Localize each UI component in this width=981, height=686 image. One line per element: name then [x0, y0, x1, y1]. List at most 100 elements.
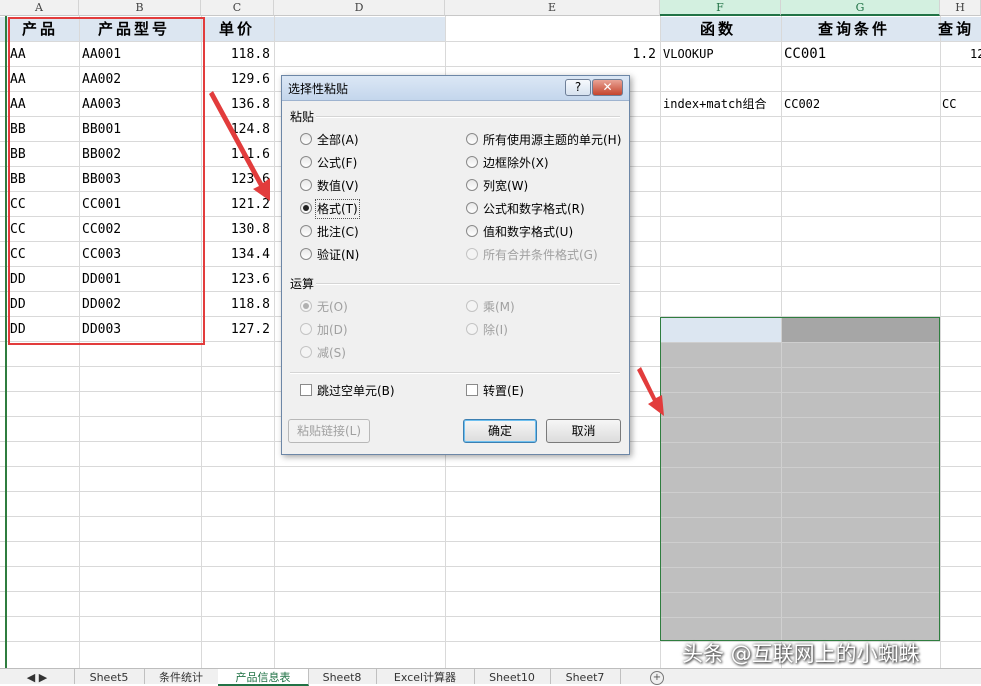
operation-section-label: 运算 [290, 277, 315, 291]
cell-g4[interactable]: CC002 [784, 92, 820, 116]
close-button[interactable]: ✕ [592, 79, 623, 96]
radio-label: 所有使用源主题的单元(H) [483, 133, 622, 147]
grid-line [661, 442, 939, 443]
radio-icon [300, 156, 312, 168]
checkbox-label: 转置(E) [483, 384, 524, 398]
paste-special-dialog: 选择性粘贴 ? ✕ 粘贴 全部(A) 公式(F) 数值(V) 格式(T) 批注(… [281, 75, 630, 455]
radio-icon [300, 346, 312, 358]
tab-sheet7[interactable]: Sheet7 [550, 669, 621, 684]
tab-product-info[interactable]: 产品信息表 [218, 669, 309, 686]
column-header-e[interactable]: E [445, 0, 660, 16]
grid-line [661, 567, 939, 568]
cell-c9[interactable]: 130.8 [204, 217, 270, 241]
radio-icon [300, 179, 312, 191]
radio-icon [300, 323, 312, 335]
radio-label: 无(O) [317, 300, 348, 314]
sheet-tab-bar: ◀ ▶ Sheet5 条件统计 产品信息表 Sheet8 Excel计算器 Sh… [0, 668, 981, 686]
column-header-b[interactable]: B [79, 0, 201, 16]
checkbox-icon [300, 384, 312, 396]
grid-line [940, 16, 941, 668]
tab-sheet8[interactable]: Sheet8 [308, 669, 377, 684]
column-header-g[interactable]: G [781, 0, 940, 16]
cell-f2[interactable]: VLOOKUP [663, 42, 714, 66]
cell-c12[interactable]: 118.8 [204, 292, 270, 316]
cell-h2[interactable]: 12 [970, 42, 981, 66]
grid-line [661, 417, 939, 418]
radio-icon [466, 300, 478, 312]
source-range-highlight [8, 17, 205, 345]
radio-label: 公式(F) [317, 156, 358, 170]
grid-line [661, 342, 939, 343]
radio-icon [300, 133, 312, 145]
tab-condition-stats[interactable]: 条件统计 [144, 669, 219, 684]
column-header-a[interactable]: A [0, 0, 79, 16]
cell-c2[interactable]: 118.8 [204, 42, 270, 66]
cell-e2[interactable]: 1.2 [450, 42, 656, 66]
tab-nav-arrows[interactable]: ◀ ▶ [0, 669, 75, 684]
radio-label: 边框除外(X) [483, 156, 549, 170]
paste-link-button[interactable]: 粘贴链接(L) [288, 419, 370, 443]
radio-label: 乘(M) [483, 300, 515, 314]
section-divider [290, 372, 620, 374]
radio-icon [466, 248, 478, 260]
radio-icon [466, 225, 478, 237]
cell-f1[interactable]: 函数 [700, 17, 736, 41]
radio-label: 除(I) [483, 323, 508, 337]
cell-c3[interactable]: 129.6 [204, 67, 270, 91]
grid-line [661, 592, 939, 593]
grid-line [661, 517, 939, 518]
radio-icon [300, 248, 312, 260]
radio-label: 公式和数字格式(R) [483, 202, 585, 216]
cell-c8[interactable]: 121.2 [204, 192, 270, 216]
tab-sheet5[interactable]: Sheet5 [74, 669, 145, 684]
radio-icon [300, 225, 312, 237]
column-header-d[interactable]: D [274, 0, 445, 16]
watermark-text: 头条 @互联网上的小蜘蛛 [682, 642, 920, 666]
radio-label: 值和数字格式(U) [483, 225, 574, 239]
column-header-f[interactable]: F [660, 0, 781, 16]
grid-line [661, 467, 939, 468]
target-range-selection[interactable] [660, 317, 940, 641]
radio-selected-icon [300, 202, 312, 214]
radio-icon [466, 323, 478, 335]
radio-selected-icon [300, 300, 312, 312]
radio-icon [466, 179, 478, 191]
ok-button[interactable]: 确定 [463, 419, 537, 443]
cell-h4[interactable]: CC [942, 92, 956, 116]
radio-icon [466, 156, 478, 168]
help-button[interactable]: ? [565, 79, 591, 96]
cell-c7[interactable]: 123.6 [204, 167, 270, 191]
target-range-first-row [781, 318, 939, 342]
tab-sheet10[interactable]: Sheet10 [474, 669, 551, 684]
cell-c11[interactable]: 123.6 [204, 267, 270, 291]
cell-c1[interactable]: 单价 [219, 17, 255, 41]
dialog-titlebar[interactable]: 选择性粘贴 ? ✕ [282, 76, 629, 101]
section-divider [316, 116, 620, 118]
cell-g1[interactable]: 查询条件 [818, 17, 890, 41]
cell-c5[interactable]: 124.8 [204, 117, 270, 141]
radio-icon [466, 133, 478, 145]
cell-c4[interactable]: 136.8 [204, 92, 270, 116]
cell-h1[interactable]: 查询 [938, 17, 974, 41]
cancel-button[interactable]: 取消 [546, 419, 621, 443]
radio-label: 列宽(W) [483, 179, 529, 193]
radio-label: 格式(T) [315, 199, 360, 219]
column-header-h[interactable]: H [940, 0, 981, 16]
cell-f4[interactable]: index+match组合 [663, 92, 780, 116]
radio-label: 加(D) [317, 323, 348, 337]
section-divider [316, 283, 620, 285]
cell-g2[interactable]: CC001 [784, 42, 826, 66]
radio-label: 验证(N) [317, 248, 360, 262]
column-header-c[interactable]: C [201, 0, 274, 16]
grid-line [661, 617, 939, 618]
cell-c10[interactable]: 134.4 [204, 242, 270, 266]
radio-label: 全部(A) [317, 133, 359, 147]
radio-icon [466, 202, 478, 214]
cell-c13[interactable]: 127.2 [204, 317, 270, 341]
target-range-first-cell [661, 318, 781, 342]
tab-excel-calculator[interactable]: Excel计算器 [376, 669, 475, 684]
grid-line [274, 16, 275, 668]
cell-c6[interactable]: 111.6 [204, 142, 270, 166]
checkbox-icon [466, 384, 478, 396]
radio-label: 批注(C) [317, 225, 359, 239]
